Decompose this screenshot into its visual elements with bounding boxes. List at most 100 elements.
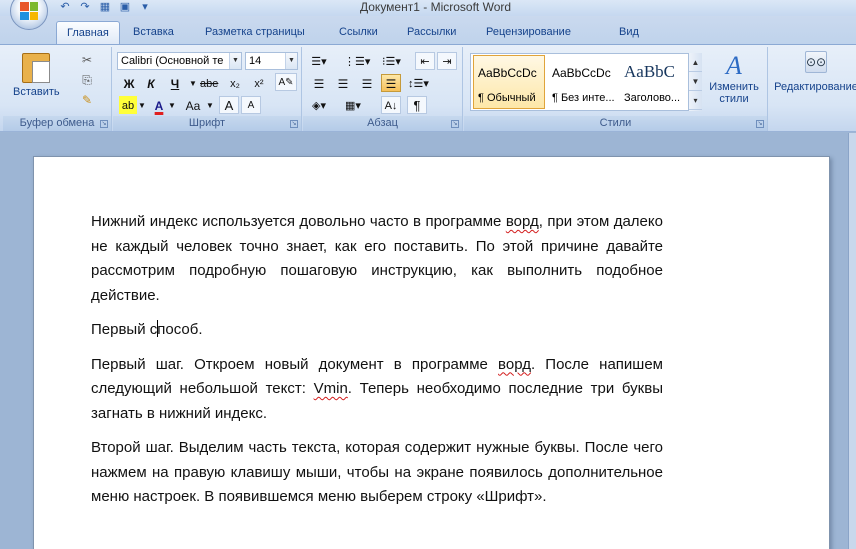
align-center-icon[interactable]: ☰: [333, 74, 353, 92]
title-bar: ↶ ↷ ▦ ▣ ▾ Документ1 - Microsoft Word: [0, 0, 856, 30]
chevron-down-icon[interactable]: ▼: [285, 53, 297, 69]
picture-icon[interactable]: ▦: [98, 1, 112, 14]
vertical-scrollbar[interactable]: [848, 133, 856, 549]
font-size-combo[interactable]: 14 ▼: [245, 52, 298, 70]
chevron-down-icon[interactable]: ▼: [689, 72, 702, 91]
numbering-icon[interactable]: ⋮☰▾: [343, 52, 371, 70]
paste-icon: [22, 53, 50, 83]
style-no-spacing[interactable]: AaBbCcDc ¶ Без инте...: [547, 55, 619, 109]
paste-label: Вставить: [13, 86, 60, 98]
show-marks-button[interactable]: ¶: [407, 96, 427, 114]
italic-button[interactable]: К: [141, 74, 161, 92]
style-name: ¶ Обычный: [478, 92, 536, 104]
justify-icon[interactable]: ☰: [381, 74, 401, 92]
font-color-button[interactable]: A: [151, 96, 167, 114]
decrease-indent-icon[interactable]: ⇤: [415, 52, 435, 70]
font-launcher-icon[interactable]: ↘: [290, 120, 298, 128]
grow-font-button[interactable]: A: [219, 96, 239, 114]
line-spacing-icon[interactable]: ↕☰▾: [407, 74, 430, 92]
save-icon[interactable]: ▣: [118, 1, 132, 14]
spell-error[interactable]: ворд: [506, 213, 539, 230]
copy-icon[interactable]: ⎘: [79, 73, 95, 87]
strikethrough-button[interactable]: abe: [199, 74, 219, 92]
bullets-icon[interactable]: ☰▾: [309, 52, 329, 70]
editing-button[interactable]: ⊙⊙ Редактирование: [773, 51, 856, 93]
tab-view[interactable]: Вид: [619, 21, 639, 44]
styles-group-label: Стили: [464, 116, 767, 131]
customize-qat-icon[interactable]: ▾: [138, 1, 152, 14]
ribbon-tabs: Главная Вставка Разметка страницы Ссылки…: [0, 16, 856, 44]
style-name: Заголово...: [624, 92, 681, 104]
change-case-button[interactable]: Aa: [183, 96, 203, 114]
chevron-up-icon[interactable]: ▲: [689, 53, 702, 72]
clipboard-group-label: Буфер обмена: [3, 116, 111, 131]
paragraph-group-label: Абзац: [303, 116, 462, 131]
quick-access-toolbar: ↶ ↷ ▦ ▣ ▾: [58, 0, 152, 15]
ribbon: Вставить ✂ ⎘ ✎ Буфер обмена ↘ Calibri (О…: [0, 44, 856, 132]
style-normal[interactable]: AaBbCcDc ¶ Обычный: [473, 55, 545, 109]
highlight-button[interactable]: ab: [119, 96, 137, 114]
editing-label: Редактирование: [774, 81, 856, 93]
clear-formatting-icon[interactable]: A✎: [275, 73, 297, 91]
align-left-icon[interactable]: ☰: [309, 74, 329, 92]
paragraph-group: ☰▾ ⋮☰▾ ⁝☰▾ ⇤ ⇥ ☰ ☰ ☰ ☰ ↕☰▾ ◈▾ ▦▾ A↓ ¶ Аб…: [303, 47, 463, 131]
multilevel-list-icon[interactable]: ⁝☰▾: [381, 52, 402, 70]
paste-button[interactable]: Вставить: [13, 53, 60, 98]
superscript-button[interactable]: x²: [249, 74, 269, 92]
more-icon[interactable]: ▾: [689, 91, 702, 110]
tab-mailings[interactable]: Рассылки: [407, 21, 456, 44]
binoculars-icon: ⊙⊙: [805, 51, 827, 73]
bold-button[interactable]: Ж: [119, 74, 139, 92]
shrink-font-button[interactable]: A: [241, 96, 261, 114]
office-logo-icon: [20, 2, 38, 20]
change-styles-label: Изменить стили: [709, 81, 759, 105]
tab-review[interactable]: Рецензирование: [486, 21, 571, 44]
shading-icon[interactable]: ◈▾: [309, 96, 329, 114]
clipboard-group: Вставить ✂ ⎘ ✎ Буфер обмена ↘: [3, 47, 112, 131]
font-name-combo[interactable]: Calibri (Основной те ▼: [117, 52, 242, 70]
change-styles-button[interactable]: A Изменить стили: [704, 51, 764, 105]
style-sample: AaBbCcDc: [552, 66, 611, 80]
document-text[interactable]: Нижний индекс используется довольно част…: [91, 210, 663, 520]
change-styles-icon: A: [726, 51, 742, 80]
paragraph: Нижний индекс используется довольно част…: [91, 213, 663, 304]
redo-icon[interactable]: ↷: [78, 1, 92, 14]
format-painter-icon[interactable]: ✎: [79, 93, 95, 107]
tab-home[interactable]: Главная: [56, 21, 120, 44]
paragraph: Второй шаг. Выделим часть текста, котора…: [91, 439, 663, 505]
spell-error[interactable]: ворд: [498, 356, 531, 373]
document-area: Нижний индекс используется довольно част…: [0, 133, 856, 549]
paragraph-launcher-icon[interactable]: ↘: [451, 120, 459, 128]
style-name: ¶ Без инте...: [552, 92, 615, 104]
style-sample: AaBbC: [624, 62, 675, 81]
font-group: Calibri (Основной те ▼ 14 ▼ Ж К Ч ▼ abe …: [113, 47, 302, 131]
cut-icon[interactable]: ✂: [79, 53, 95, 67]
sort-icon[interactable]: A↓: [381, 96, 401, 114]
chevron-down-icon[interactable]: ▼: [167, 96, 177, 114]
increase-indent-icon[interactable]: ⇥: [437, 52, 457, 70]
chevron-down-icon[interactable]: ▼: [229, 53, 241, 69]
style-heading[interactable]: AaBbC Заголово...: [619, 55, 691, 109]
paragraph: Первый способ.: [91, 320, 203, 338]
font-group-label: Шрифт: [113, 116, 301, 131]
spell-error[interactable]: Vmin: [314, 380, 348, 397]
underline-button[interactable]: Ч: [165, 74, 185, 92]
styles-gallery-scroll[interactable]: ▲ ▼ ▾: [688, 53, 702, 111]
paragraph: Первый шаг. Откроем новый документ в про…: [91, 355, 663, 422]
tab-insert[interactable]: Вставка: [133, 21, 174, 44]
styles-launcher-icon[interactable]: ↘: [756, 120, 764, 128]
styles-gallery: AaBbCcDc ¶ Обычный AaBbCcDc ¶ Без инте..…: [470, 53, 702, 111]
clipboard-launcher-icon[interactable]: ↘: [100, 120, 108, 128]
borders-icon[interactable]: ▦▾: [343, 96, 363, 114]
chevron-down-icon[interactable]: ▼: [137, 96, 147, 114]
chevron-down-icon[interactable]: ▼: [205, 96, 215, 114]
window-title: Документ1 - Microsoft Word: [360, 0, 512, 14]
style-sample: AaBbCcDc: [478, 66, 537, 80]
tab-page-layout[interactable]: Разметка страницы: [205, 21, 305, 44]
font-name-value: Calibri (Основной те: [121, 55, 224, 67]
tab-references[interactable]: Ссылки: [339, 21, 378, 44]
subscript-button[interactable]: x₂: [225, 74, 245, 92]
align-right-icon[interactable]: ☰: [357, 74, 377, 92]
undo-icon[interactable]: ↶: [58, 1, 72, 14]
editing-group: ⊙⊙ Редактирование: [769, 47, 856, 131]
